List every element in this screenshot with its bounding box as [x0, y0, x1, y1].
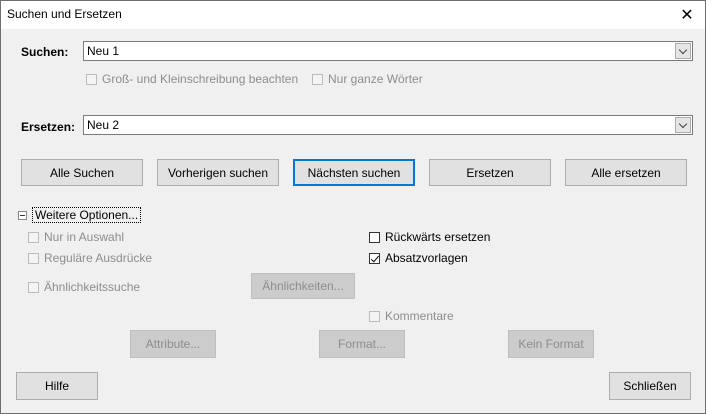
- paragraph-styles-box[interactable]: [369, 252, 380, 264]
- find-replace-dialog: Suchen und Ersetzen ✕ Suchen: Groß- und …: [0, 0, 706, 414]
- window-title: Suchen und Ersetzen: [7, 7, 122, 21]
- similarity-label: Ähnlichkeitssuche: [44, 280, 141, 294]
- match-case-checkbox[interactable]: Groß- und Kleinschreibung beachten: [86, 72, 298, 86]
- selection-only-label: Nur in Auswahl: [44, 230, 125, 244]
- regex-checkbox[interactable]: Reguläre Ausdrücke: [28, 251, 152, 265]
- collapse-icon[interactable]: [18, 210, 27, 220]
- similarity-box[interactable]: [28, 281, 39, 293]
- replace-backwards-box[interactable]: [369, 231, 380, 243]
- replace-input[interactable]: [84, 116, 677, 134]
- replace-backwards-checkbox[interactable]: Rückwärts ersetzen: [369, 230, 490, 244]
- close-button[interactable]: Schließen: [609, 372, 691, 400]
- match-case-label: Groß- und Kleinschreibung beachten: [102, 72, 299, 86]
- paragraph-styles-label: Absatzvorlagen: [385, 251, 468, 265]
- find-previous-button[interactable]: Vorherigen suchen: [157, 159, 279, 186]
- no-format-button[interactable]: Kein Format: [508, 330, 594, 358]
- match-case-box[interactable]: [86, 73, 97, 85]
- search-dropdown-button[interactable]: [675, 43, 691, 59]
- more-options-expander[interactable]: Weitere Optionen...: [18, 207, 142, 223]
- more-options-label[interactable]: Weitere Optionen...: [32, 207, 142, 223]
- whole-words-label: Nur ganze Wörter: [328, 72, 423, 86]
- regex-box[interactable]: [28, 252, 39, 264]
- regex-label: Reguläre Ausdrücke: [44, 251, 153, 265]
- whole-words-box[interactable]: [312, 73, 323, 85]
- chevron-down-icon: [678, 45, 688, 54]
- replace-combobox[interactable]: [83, 115, 693, 135]
- find-next-button[interactable]: Nächsten suchen: [293, 159, 415, 186]
- comments-label: Kommentare: [385, 309, 454, 323]
- replace-all-button[interactable]: Alle ersetzen: [565, 159, 687, 186]
- comments-box[interactable]: [369, 310, 380, 322]
- chevron-down-icon: [678, 119, 688, 128]
- replace-backwards-label: Rückwärts ersetzen: [385, 230, 491, 244]
- find-all-button[interactable]: Alle Suchen: [21, 159, 143, 186]
- selection-only-box[interactable]: [28, 231, 39, 243]
- search-combobox[interactable]: [83, 41, 693, 61]
- search-label: Suchen:: [21, 45, 69, 59]
- search-input[interactable]: [84, 42, 677, 60]
- replace-button[interactable]: Ersetzen: [429, 159, 551, 186]
- comments-checkbox[interactable]: Kommentare: [369, 309, 454, 323]
- close-icon[interactable]: ✕: [669, 1, 705, 29]
- similarities-button[interactable]: Ähnlichkeiten...: [251, 273, 355, 299]
- title-bar: Suchen und Ersetzen ✕: [1, 1, 705, 29]
- replace-label: Ersetzen:: [21, 120, 76, 134]
- help-button[interactable]: Hilfe: [16, 372, 98, 400]
- replace-dropdown-button[interactable]: [675, 117, 691, 133]
- attributes-button[interactable]: Attribute...: [130, 330, 216, 358]
- whole-words-checkbox[interactable]: Nur ganze Wörter: [312, 72, 423, 86]
- format-button[interactable]: Format...: [319, 330, 405, 358]
- similarity-checkbox[interactable]: Ähnlichkeitssuche: [28, 280, 140, 294]
- selection-only-checkbox[interactable]: Nur in Auswahl: [28, 230, 124, 244]
- paragraph-styles-checkbox[interactable]: Absatzvorlagen: [369, 251, 468, 265]
